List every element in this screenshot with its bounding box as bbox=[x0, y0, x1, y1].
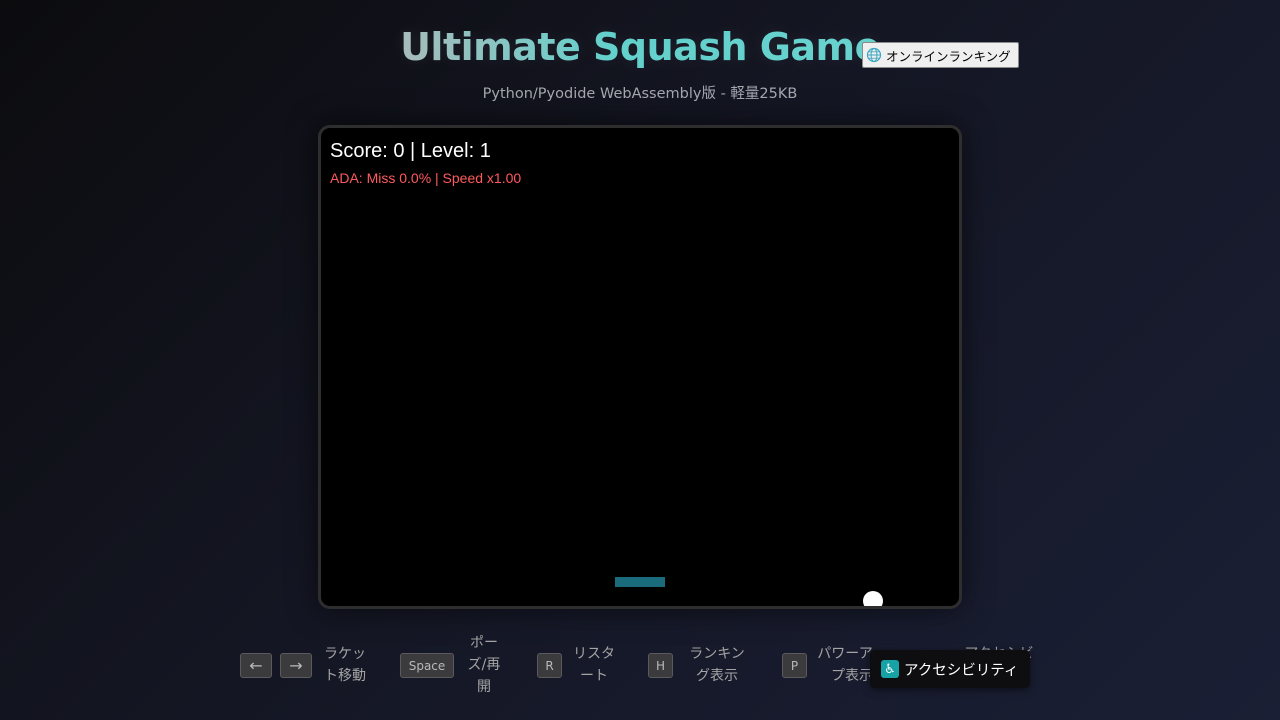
control-ranking: H ランキング表示 bbox=[648, 632, 758, 698]
control-label-pause-resume: ポーズ/再開 bbox=[467, 635, 501, 695]
page-title: Ultimate Squash Game bbox=[0, 22, 1280, 72]
online-ranking-button[interactable]: オンラインランキング bbox=[862, 42, 1019, 68]
ball bbox=[863, 591, 883, 606]
control-label-restart: リスタート bbox=[573, 646, 615, 684]
online-ranking-label: オンラインランキング bbox=[886, 48, 1011, 64]
control-label-move-racket: ラケット移動 bbox=[324, 646, 366, 684]
page-subtitle: Python/Pyodide WebAssembly版 - 軽量25KB bbox=[482, 86, 798, 102]
game-canvas[interactable]: Score: 0 | Level: 1 ADA: Miss 0.0% | Spe… bbox=[318, 125, 962, 609]
right-arrow-key: → bbox=[280, 653, 312, 678]
accessibility-button[interactable]: ♿ アクセシビリティ bbox=[870, 650, 1030, 688]
space-key: Space bbox=[400, 653, 454, 678]
globe-icon bbox=[866, 47, 882, 63]
p-key: P bbox=[782, 653, 807, 678]
accessibility-button-label: アクセシビリティ bbox=[904, 662, 1019, 679]
h-key: H bbox=[648, 653, 673, 678]
control-pause-resume: Space ポーズ/再開 bbox=[400, 632, 510, 698]
control-restart: R リスタート bbox=[537, 632, 627, 698]
score-level-display: Score: 0 | Level: 1 bbox=[330, 140, 491, 162]
control-label-ranking: ランキング表示 bbox=[689, 646, 745, 684]
ada-status-display: ADA: Miss 0.0% | Speed x1.00 bbox=[330, 170, 522, 186]
wheelchair-icon: ♿ bbox=[881, 660, 899, 678]
control-move-racket: ← → ラケット移動 bbox=[240, 632, 370, 698]
r-key: R bbox=[537, 653, 562, 678]
paddle bbox=[615, 577, 665, 587]
left-arrow-key: ← bbox=[240, 653, 272, 678]
